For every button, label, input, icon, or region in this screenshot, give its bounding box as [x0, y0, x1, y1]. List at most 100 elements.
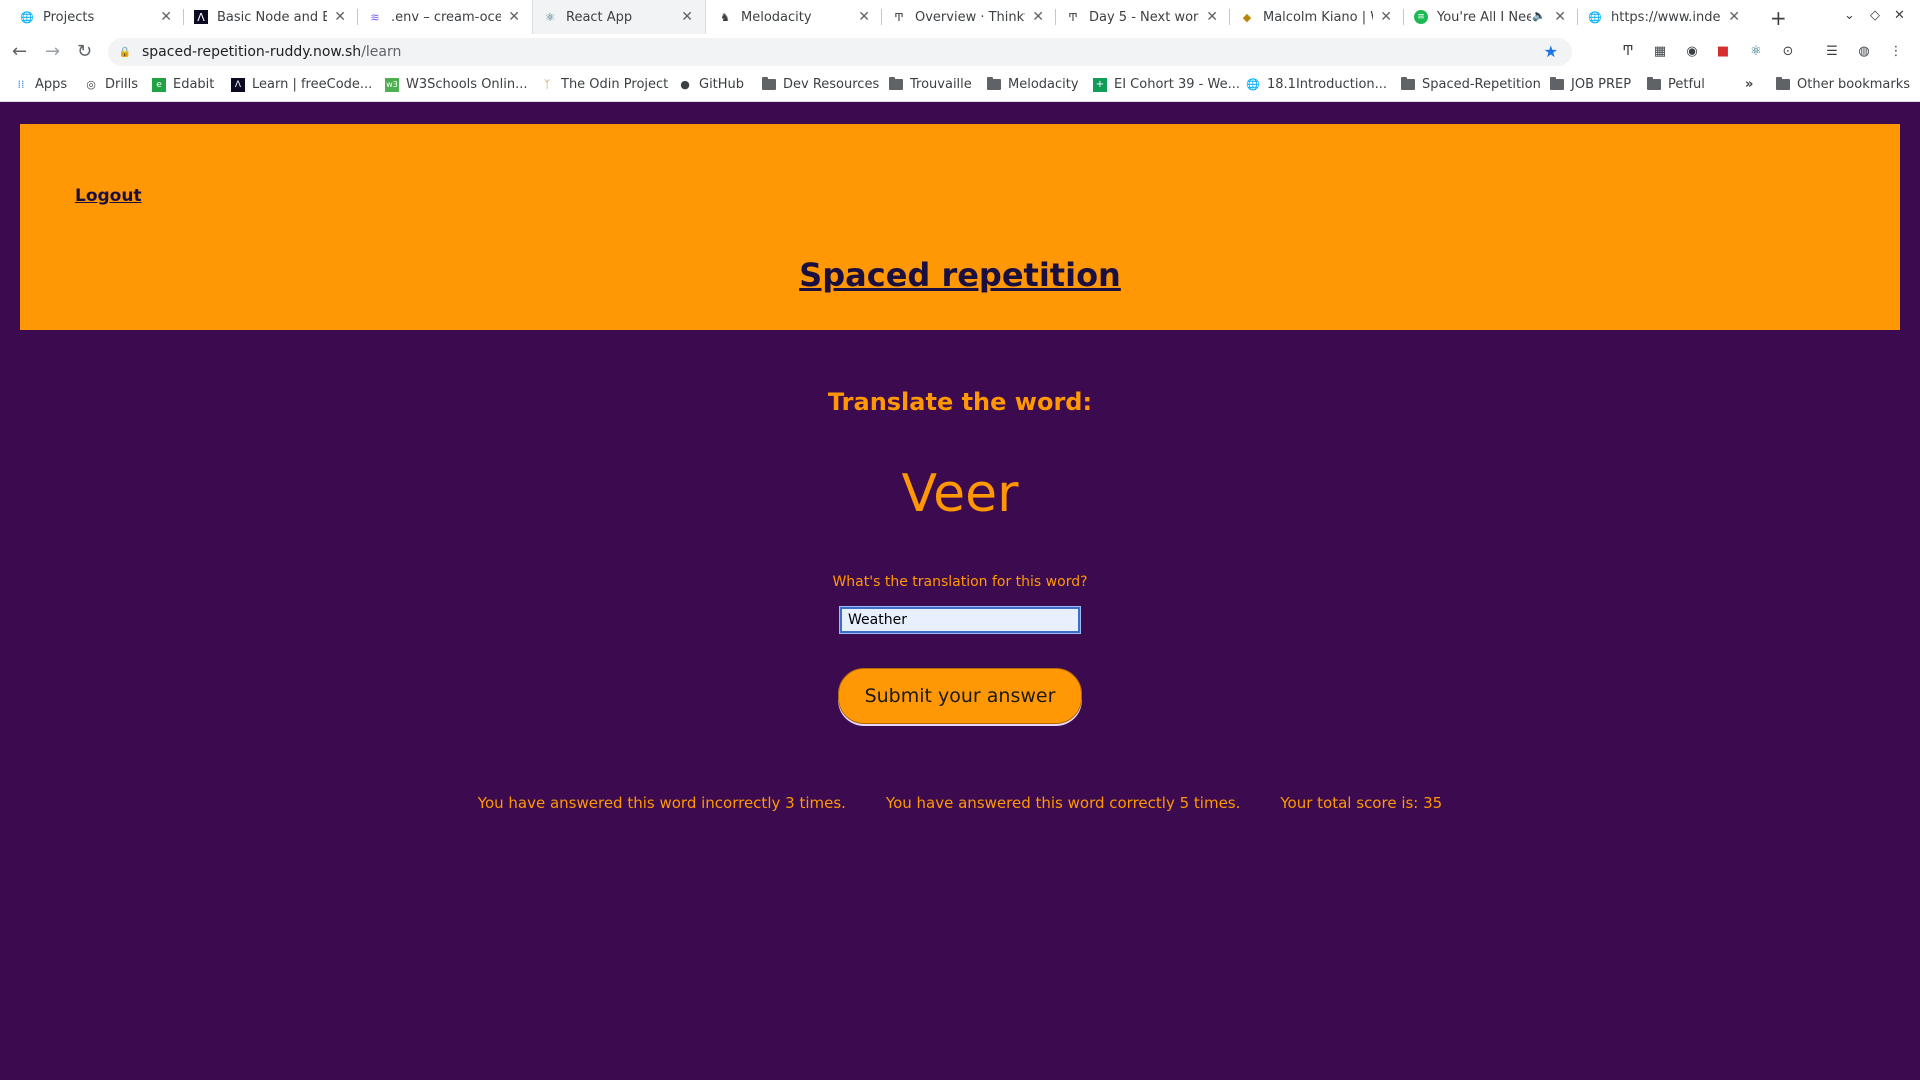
bookmark-dev-resources[interactable]: Dev Resources [762, 77, 879, 92]
bookmark-label: The Odin Project [561, 77, 669, 92]
window-close-icon[interactable]: ✕ [1894, 8, 1905, 23]
bookmark-trouvaille[interactable]: Trouvaille [889, 77, 972, 92]
close-icon[interactable]: ✕ [1206, 9, 1218, 25]
bookmark-label: Other bookmarks [1797, 77, 1911, 92]
address-bar[interactable]: 🔒 spaced-repetition-ruddy.now.sh/learn ★ [108, 38, 1572, 66]
tab-title: Day 5 - Next word [1089, 9, 1199, 25]
close-icon[interactable]: ✕ [334, 9, 346, 25]
url-text[interactable]: spaced-repetition-ruddy.now.sh/learn [142, 44, 401, 60]
folder-icon [1647, 77, 1661, 92]
globe-icon: 🌐 [1246, 78, 1260, 91]
url-path: /learn [361, 44, 402, 60]
tab-malcolm-kiano[interactable]: ◆ Malcolm Kiano | W ✕ [1230, 0, 1404, 34]
bookmark-label: Edabit [173, 77, 215, 92]
tab-title: Projects [43, 9, 95, 25]
close-icon[interactable]: ✕ [1728, 9, 1740, 25]
bookmark-edabit[interactable]: e Edabit [152, 77, 214, 92]
extension-icon[interactable]: ◉ [1684, 43, 1700, 59]
incorrect-count: You have answered this word incorrectly … [477, 794, 846, 812]
translate-prompt: Translate the word: [827, 388, 1093, 416]
react-devtools-icon[interactable]: ⚛ [1748, 43, 1764, 59]
bookmarks-overflow-chevron-icon[interactable]: » [1745, 77, 1753, 92]
tab-spotify[interactable]: ≡ You're All I Nee 🔈 ✕ [1404, 0, 1578, 34]
tab-title: Malcolm Kiano | W [1263, 9, 1373, 25]
apps-grid-icon: ⁞⁞ [17, 78, 25, 91]
close-icon[interactable]: ✕ [1032, 9, 1044, 25]
media-control-icon[interactable]: ☰ [1824, 43, 1840, 59]
globe-icon: 🌐 [20, 10, 34, 24]
tab-react-app[interactable]: ⚛ React App ✕ [532, 0, 706, 34]
extension-icon[interactable]: ▦ [1652, 43, 1668, 59]
bookmark-label: Apps [35, 77, 68, 92]
bookmark-github[interactable]: ● GitHub [678, 77, 744, 92]
tab-title: Basic Node and Ex [217, 9, 327, 25]
bookmark-star-icon[interactable]: ★ [1544, 42, 1558, 61]
thinkful-extension-icon[interactable]: Ͳ [1620, 43, 1636, 59]
logout-link[interactable]: Logout [75, 186, 142, 206]
bookmark-spaced-repetition[interactable]: Spaced-Repetition [1401, 77, 1541, 92]
bookmark-introduction[interactable]: 🌐 18.1Introduction... [1246, 77, 1387, 92]
back-arrow-icon[interactable]: ← [12, 41, 27, 62]
tab-projects[interactable]: 🌐 Projects ✕ [10, 0, 184, 34]
tab-day5[interactable]: Ͳ Day 5 - Next word ✕ [1056, 0, 1230, 34]
word-to-translate: Veer [901, 464, 1019, 524]
tab-title: Overview · Thinkfu [915, 9, 1025, 25]
close-icon[interactable]: ✕ [858, 9, 870, 25]
bookmark-drills[interactable]: ◎ Drills [84, 77, 138, 92]
close-icon[interactable]: ✕ [160, 9, 172, 25]
window-maximize-icon[interactable]: ◇ [1870, 8, 1880, 23]
folder-icon [1776, 77, 1790, 92]
tab-overview-thinkful[interactable]: Ͳ Overview · Thinkfu ✕ [882, 0, 1056, 34]
close-icon[interactable]: ✕ [1380, 9, 1392, 25]
bookmark-freecodecamp[interactable]: ᐱ Learn | freeCode... [231, 77, 372, 92]
bookmark-label: GitHub [699, 77, 745, 92]
new-tab-button[interactable]: + [1770, 6, 1787, 30]
app-title-link[interactable]: Spaced repetition [20, 256, 1900, 294]
bookmark-w3schools[interactable]: w3 W3Schools Onlin... [385, 77, 528, 92]
bookmark-apps[interactable]: ⁞⁞ Apps [14, 77, 68, 92]
bookmark-petful[interactable]: Petful [1647, 77, 1705, 92]
profile-avatar[interactable]: ◍ [1856, 43, 1872, 59]
app-header: Logout Spaced repetition [20, 124, 1900, 330]
bookmark-label: Drills [105, 77, 138, 92]
sheets-icon: + [1093, 77, 1107, 92]
bookmark-other[interactable]: Other bookmarks [1776, 77, 1910, 92]
total-score: Your total score is: 35 [1280, 794, 1443, 812]
bookmark-job-prep[interactable]: JOB PREP [1550, 77, 1631, 92]
submit-answer-button[interactable]: Submit your answer [838, 668, 1082, 724]
tab-basic-node[interactable]: ᐱ Basic Node and Ex ✕ [184, 0, 358, 34]
extension-icon[interactable]: ⊙ [1780, 43, 1796, 59]
bookmark-melodacity[interactable]: Melodacity [987, 77, 1079, 92]
bookmark-ei-cohort[interactable]: + EI Cohort 39 - We... [1093, 77, 1240, 92]
close-icon[interactable]: ✕ [681, 9, 693, 25]
reload-icon[interactable]: ↻ [77, 41, 92, 62]
freecodecamp-icon: ᐱ [194, 10, 208, 24]
close-icon[interactable]: ✕ [1554, 9, 1566, 25]
bookmark-label: W3Schools Onlin... [406, 77, 528, 92]
extension-icon[interactable]: ■ [1715, 43, 1731, 59]
correct-count: You have answered this word correctly 5 … [885, 794, 1241, 812]
forward-arrow-icon[interactable]: → [45, 41, 60, 62]
bookmarks-bar: ⁞⁞ Apps ◎ Drills e Edabit ᐱ Learn | free… [0, 70, 1920, 102]
tab-title: Melodacity [741, 9, 812, 25]
tab-indeed[interactable]: 🌐 https://www.inde ✕ [1578, 0, 1752, 34]
bookmark-label: Petful [1668, 77, 1705, 92]
folder-icon [987, 77, 1001, 92]
tab-search-icon[interactable]: ⌄ [1844, 8, 1855, 23]
menu-kebab-icon[interactable]: ⋮ [1888, 43, 1904, 59]
tab-strip: 🌐 Projects ✕ ᐱ Basic Node and Ex ✕ ≋ .en… [0, 0, 1920, 35]
tab-melodacity[interactable]: ♞ Melodacity ✕ [708, 0, 882, 34]
speaker-icon[interactable]: 🔈 [1532, 9, 1546, 22]
answer-input[interactable] [839, 606, 1081, 634]
tab-env[interactable]: ≋ .env – cream-ocea ✕ [358, 0, 532, 34]
bookmark-odin-project[interactable]: ᛉ The Odin Project [540, 77, 669, 92]
browser-toolbar: ← → ↻ 🔒 spaced-repetition-ruddy.now.sh/l… [0, 34, 1920, 70]
bookmark-label: JOB PREP [1571, 77, 1632, 92]
page-viewport: Logout Spaced repetition Translate the w… [0, 102, 1920, 1080]
folder-icon [889, 77, 903, 92]
react-icon: ⚛ [545, 10, 555, 24]
lock-icon: 🔒 [118, 46, 132, 58]
close-icon[interactable]: ✕ [508, 9, 520, 25]
answer-label: What's the translation for this word? [832, 574, 1088, 590]
thinkful-icon: Ͳ [1068, 10, 1078, 24]
